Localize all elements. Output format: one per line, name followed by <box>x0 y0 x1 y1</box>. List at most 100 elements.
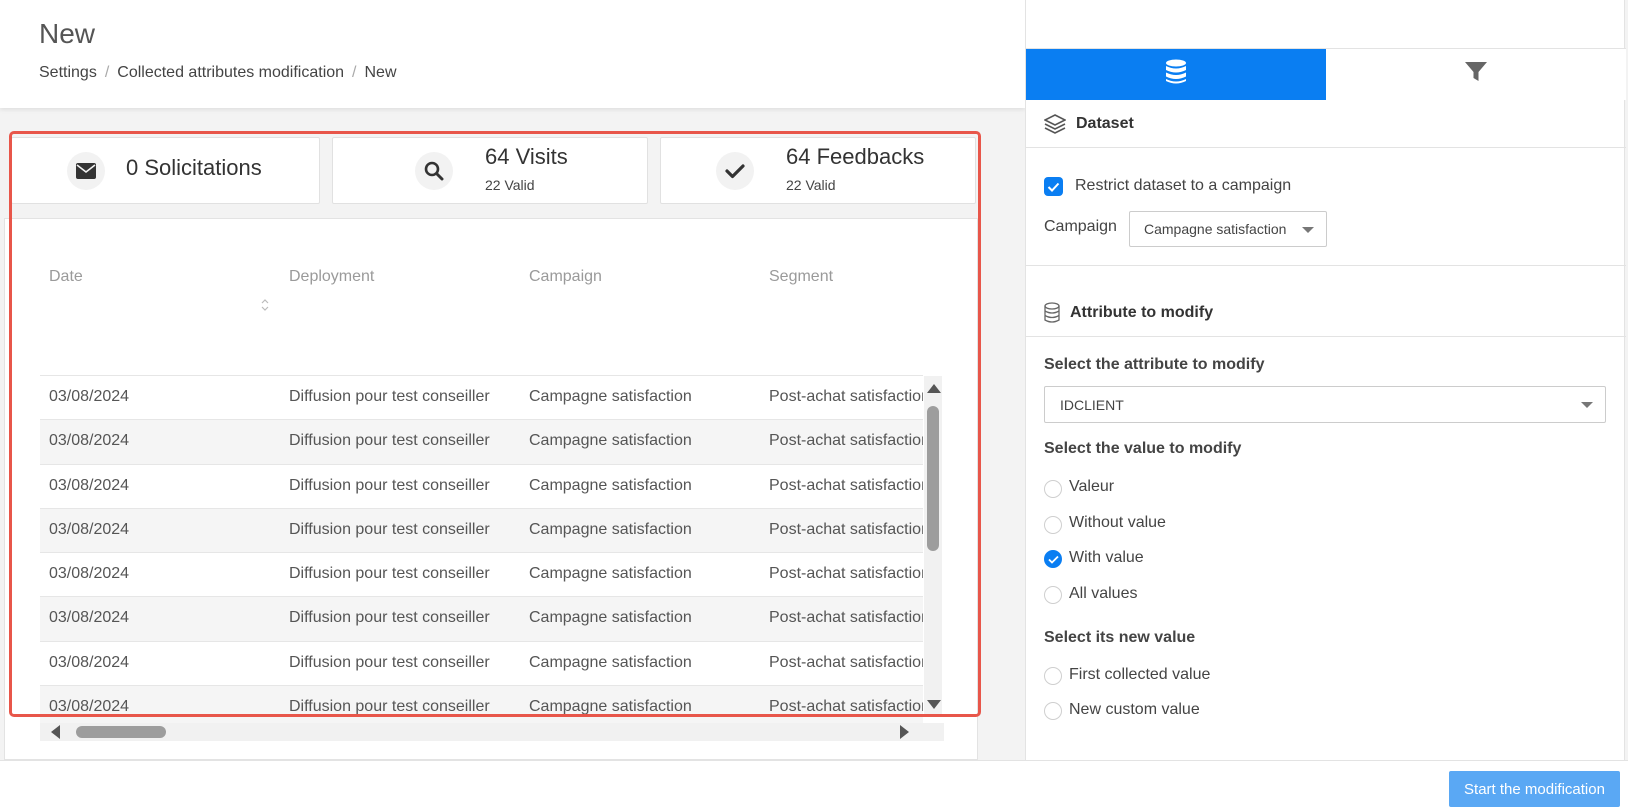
attribute-title: Attribute to modify <box>1070 303 1214 321</box>
restrict-campaign-label[interactable]: Restrict dataset to a campaign <box>1075 177 1291 195</box>
footer-bar: Start the modification <box>0 760 1628 810</box>
tab-dataset[interactable] <box>1026 49 1326 100</box>
select-attribute-label: Select the attribute to modify <box>1044 356 1265 373</box>
column-header-segment[interactable]: Segment <box>769 268 833 286</box>
breadcrumb-collected-attributes[interactable]: Collected attributes modification <box>117 64 344 82</box>
table-row[interactable]: 03/08/2024 Diffusion pour test conseille… <box>40 596 923 641</box>
cell-date: 03/08/2024 <box>49 432 130 450</box>
radio-with-value[interactable] <box>1044 550 1062 568</box>
envelope-icon <box>67 152 105 190</box>
page-title: New <box>39 18 96 49</box>
stat-title: 64 Feedbacks <box>786 144 925 169</box>
radio-all-values-label[interactable]: All values <box>1069 585 1137 603</box>
column-header-date[interactable]: Date <box>49 268 83 286</box>
table-body: 03/08/2024 Diffusion pour test conseille… <box>40 375 923 735</box>
horizontal-scroll-thumb[interactable] <box>76 726 166 738</box>
cell-segment: Post-achat satisfaction <box>769 520 923 538</box>
radio-first-collected[interactable] <box>1044 667 1062 685</box>
table-row[interactable]: 03/08/2024 Diffusion pour test conseille… <box>40 640 923 685</box>
column-header-deployment[interactable]: Deployment <box>289 268 374 286</box>
radio-valeur-label[interactable]: Valeur <box>1069 478 1114 496</box>
cell-date: 03/08/2024 <box>49 653 130 671</box>
cell-deployment: Diffusion pour test conseiller <box>289 565 490 583</box>
chevron-down-icon <box>1302 227 1314 233</box>
cell-campaign: Campagne satisfaction <box>529 476 692 494</box>
data-table: Date Deployment Campaign Segment 03/08/2… <box>4 218 978 760</box>
cell-deployment: Diffusion pour test conseiller <box>289 653 490 671</box>
right-panel: Dataset Restrict dataset to a campaign C… <box>1025 0 1626 760</box>
table-row[interactable]: 03/08/2024 Diffusion pour test conseille… <box>40 419 923 464</box>
scroll-down-arrow-icon[interactable] <box>927 700 941 709</box>
stat-title: 0 Solicitations <box>126 155 262 180</box>
start-modification-button[interactable]: Start the modification <box>1449 771 1620 807</box>
radio-first-collected-label[interactable]: First collected value <box>1069 666 1210 684</box>
breadcrumb: Settings / Collected attributes modifica… <box>39 64 397 82</box>
cell-campaign: Campagne satisfaction <box>529 698 692 716</box>
panel-tabs <box>1026 48 1626 100</box>
cell-segment: Post-achat satisfaction <box>769 698 923 716</box>
cell-campaign: Campagne satisfaction <box>529 565 692 583</box>
table-row[interactable]: 03/08/2024 Diffusion pour test conseille… <box>40 463 923 508</box>
database-outline-icon <box>1044 301 1060 324</box>
vertical-scrollbar[interactable] <box>924 376 942 716</box>
attribute-select[interactable]: IDCLIENT <box>1044 386 1606 423</box>
tab-filter[interactable] <box>1326 49 1626 100</box>
cell-campaign: Campagne satisfaction <box>529 520 692 538</box>
radio-valeur[interactable] <box>1044 480 1062 498</box>
attribute-section-header: Attribute to modify <box>1026 289 1626 337</box>
table-row[interactable]: 03/08/2024 Diffusion pour test conseille… <box>40 375 923 419</box>
cell-date: 03/08/2024 <box>49 565 130 583</box>
stat-card-visits: 64 Visits 22 Valid <box>332 137 648 204</box>
cell-campaign: Campagne satisfaction <box>529 432 692 450</box>
search-icon <box>415 152 453 190</box>
radio-new-custom[interactable] <box>1044 702 1062 720</box>
radio-with-value-label[interactable]: With value <box>1069 549 1144 567</box>
radio-all-values[interactable] <box>1044 586 1062 604</box>
layers-icon <box>1044 113 1066 135</box>
sort-icon[interactable] <box>260 297 270 318</box>
breadcrumb-current: New <box>364 64 397 81</box>
cell-campaign: Campagne satisfaction <box>529 609 692 627</box>
attribute-select-value: IDCLIENT <box>1060 397 1124 413</box>
table-row[interactable]: 03/08/2024 Diffusion pour test conseille… <box>40 507 923 553</box>
column-header-campaign[interactable]: Campaign <box>529 268 602 286</box>
campaign-select-value: Campagne satisfaction <box>1144 221 1287 237</box>
cell-date: 03/08/2024 <box>49 698 130 716</box>
check-icon <box>716 152 754 190</box>
section-divider <box>1026 265 1626 266</box>
scroll-left-arrow-icon[interactable] <box>51 725 60 739</box>
cell-date: 03/08/2024 <box>49 476 130 494</box>
cell-date: 03/08/2024 <box>49 520 130 538</box>
scroll-right-arrow-icon[interactable] <box>900 725 909 739</box>
stat-subtitle: 22 Valid <box>485 177 535 193</box>
dataset-title: Dataset <box>1076 114 1134 132</box>
scroll-up-arrow-icon[interactable] <box>927 384 941 393</box>
cell-segment: Post-achat satisfaction <box>769 432 923 450</box>
breadcrumb-settings[interactable]: Settings <box>39 64 97 82</box>
stat-card-feedbacks: 64 Feedbacks 22 Valid <box>660 137 976 204</box>
stat-card-solicitations: 0 Solicitations <box>11 137 320 204</box>
campaign-select[interactable]: Campagne satisfaction <box>1129 211 1327 247</box>
horizontal-scrollbar[interactable] <box>40 723 944 741</box>
radio-without-value-label[interactable]: Without value <box>1069 514 1166 532</box>
page-header: New Settings / Collected attributes modi… <box>0 0 1025 108</box>
vertical-scroll-thumb[interactable] <box>927 406 939 551</box>
stat-subtitle: 22 Valid <box>786 177 836 193</box>
filter-icon <box>1465 62 1487 87</box>
table-row[interactable]: 03/08/2024 Diffusion pour test conseille… <box>40 552 923 596</box>
restrict-campaign-checkbox[interactable] <box>1044 177 1063 196</box>
cell-deployment: Diffusion pour test conseiller <box>289 698 490 716</box>
breadcrumb-separator: / <box>104 64 110 81</box>
cell-campaign: Campagne satisfaction <box>529 653 692 671</box>
cell-date: 03/08/2024 <box>49 609 130 627</box>
cell-segment: Post-achat satisfaction <box>769 565 923 583</box>
stat-title: 64 Visits <box>485 144 568 169</box>
cell-segment: Post-achat satisfaction <box>769 388 923 405</box>
radio-new-custom-label[interactable]: New custom value <box>1069 701 1200 719</box>
chevron-down-icon <box>1581 402 1593 408</box>
cell-deployment: Diffusion pour test conseiller <box>289 609 490 627</box>
radio-without-value[interactable] <box>1044 516 1062 534</box>
breadcrumb-separator: / <box>352 64 357 81</box>
cell-deployment: Diffusion pour test conseiller <box>289 520 490 538</box>
cell-deployment: Diffusion pour test conseiller <box>289 476 490 494</box>
